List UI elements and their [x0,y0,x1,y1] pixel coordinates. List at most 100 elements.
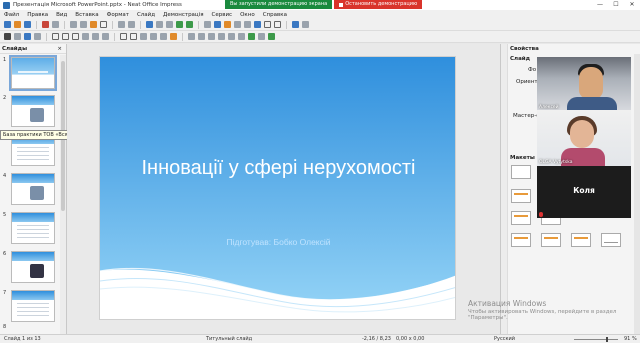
line-tool-icon[interactable] [52,33,59,40]
block-arrows-icon[interactable] [140,33,147,40]
image-icon[interactable] [214,21,221,28]
display-views-icon[interactable] [156,21,163,28]
menu-file[interactable]: Файл [4,12,19,18]
layout-thumbnail[interactable] [571,233,591,247]
menu-window[interactable]: Окно [240,12,255,18]
crop-icon[interactable] [238,33,245,40]
sidebar-scrollbar[interactable] [634,54,640,334]
start-slideshow-icon[interactable] [176,21,183,28]
fontwork-icon[interactable] [254,21,261,28]
shape-icon[interactable] [274,21,281,28]
symbol-shapes-icon[interactable] [130,33,137,40]
textbox-icon[interactable] [234,21,241,28]
special-char-icon[interactable] [244,21,251,28]
layout-thumbnail[interactable] [511,189,531,203]
stop-share-button[interactable]: Остановить демонстрацию [334,0,423,9]
new-icon[interactable] [4,21,11,28]
line-icon[interactable] [264,21,271,28]
toolbar-separator [46,32,47,41]
slide-section-header[interactable]: Слайд [510,56,530,62]
menu-help[interactable]: Справка [263,12,287,18]
menu-bar: Файл Правка Вид Вставка Формат Слайд Дем… [0,10,640,19]
slides-scrollbar[interactable] [60,55,66,334]
master-slide-icon[interactable] [166,21,173,28]
highlight-icon[interactable] [292,21,299,28]
line-color-icon[interactable] [34,33,41,40]
slide-thumbnail-4[interactable] [11,173,55,205]
zoom-level[interactable]: 91 % [624,336,637,342]
select-icon[interactable] [4,33,11,40]
rectangle-icon[interactable] [62,33,69,40]
minimize-button[interactable]: — [592,0,608,10]
chart-icon[interactable] [224,21,231,28]
toolbar-separator [114,32,115,41]
menu-slide[interactable]: Слайд [137,12,155,18]
cut-icon[interactable] [70,21,77,28]
points-icon[interactable] [302,21,309,28]
connector-icon[interactable] [102,33,109,40]
fill-color-icon[interactable] [24,33,31,40]
slide-thumbnail-7[interactable] [11,290,55,322]
language-status[interactable]: Русский [494,336,515,342]
layouts-section-header[interactable]: Макеты [510,155,535,161]
curve-icon[interactable] [92,33,99,40]
paste-icon[interactable] [90,21,97,28]
close-button[interactable]: ✕ [624,0,640,10]
slide-thumbnail-2[interactable] [11,95,55,127]
slide-thumbnail-6[interactable] [11,251,55,283]
object-size: 0,00 x 0,00 [396,336,425,342]
stars-icon[interactable] [170,33,177,40]
layout-thumbnail[interactable] [511,211,531,225]
undo-icon[interactable] [118,21,125,28]
menu-edit[interactable]: Правка [27,12,48,18]
close-panel-icon[interactable]: × [57,46,62,52]
print-icon[interactable] [52,21,59,28]
grid-icon[interactable] [146,21,153,28]
maximize-button[interactable]: ☐ [608,0,624,10]
layout-thumbnail[interactable] [601,233,621,247]
window-title: Презентація Microsoft PowerPoint.pptx - … [13,2,182,8]
menu-format[interactable]: Формат [107,12,129,18]
callouts-icon[interactable] [160,33,167,40]
open-icon[interactable] [14,21,21,28]
export-pdf-icon[interactable] [42,21,49,28]
save-icon[interactable] [24,21,31,28]
table-icon[interactable] [204,21,211,28]
menu-insert[interactable]: Вставка [75,12,98,18]
video-tile-participant-1[interactable]: Алексей [537,57,631,111]
app-icon [3,1,10,9]
slide-title[interactable]: Інновації у сфері нерухомості [100,157,455,180]
basic-shapes-icon[interactable] [120,33,127,40]
slide-thumbnail-1[interactable] [9,55,57,91]
current-slide[interactable]: Інновації у сфері нерухомості Підготував… [99,56,456,320]
shadow-icon[interactable] [228,33,235,40]
layout-thumbnail[interactable] [511,233,531,247]
distribute-icon[interactable] [218,33,225,40]
arrange-icon[interactable] [208,33,215,40]
menu-view[interactable]: Вид [56,12,67,18]
toggle-extrusion-icon[interactable] [268,33,275,40]
rotate-icon[interactable] [188,33,195,40]
ellipse-icon[interactable] [72,33,79,40]
zoom-slider[interactable] [574,339,618,340]
zoom-pan-icon[interactable] [14,33,21,40]
slide-thumbnail-5[interactable] [11,212,55,244]
video-tile-participant-3[interactable]: Коля [537,166,631,218]
layout-thumbnail[interactable] [511,165,531,179]
align-icon[interactable] [198,33,205,40]
filter-icon[interactable] [248,33,255,40]
layout-thumbnail[interactable] [541,233,561,247]
menu-tools[interactable]: Сервис [212,12,233,18]
flowchart-icon[interactable] [150,33,157,40]
3d-object-icon[interactable] [258,33,265,40]
clone-format-icon[interactable] [100,21,107,28]
copy-icon[interactable] [80,21,87,28]
start-current-slide-icon[interactable] [186,21,193,28]
arrow-icon[interactable] [82,33,89,40]
slide-canvas[interactable]: Інновації у сфері нерухомості Підготував… [67,44,500,334]
video-tile-participant-2[interactable]: OLGA Vytytska [537,110,631,166]
redo-icon[interactable] [128,21,135,28]
slide-subtitle[interactable]: Підготував: Бобко Олексій [100,237,455,247]
menu-slideshow[interactable]: Демонстрація [163,12,203,18]
zoom-slider-handle[interactable] [606,337,608,342]
